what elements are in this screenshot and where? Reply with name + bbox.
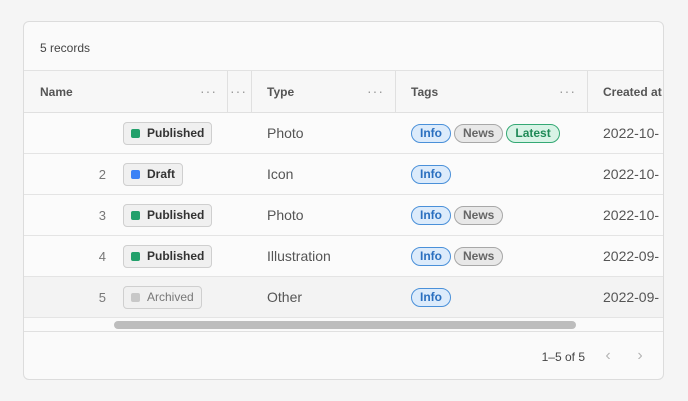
tags-column-menu-icon[interactable]: ···: [559, 84, 576, 98]
horizontal-scrollbar[interactable]: [24, 318, 663, 332]
name-cell: 5: [98, 289, 106, 305]
tags-cell: Info News: [411, 236, 506, 276]
data-grid: Name ··· ··· Type ··· Tags ··· Created a…: [24, 70, 663, 332]
table-row[interactable]: 2 Draft Icon Info 2022-10-: [24, 154, 663, 195]
name-column-menu-icon[interactable]: ···: [200, 84, 217, 98]
created-cell: 2022-10-: [603, 207, 660, 223]
status-cell: Archived: [123, 277, 202, 317]
chevron-right-icon[interactable]: ›: [631, 347, 649, 365]
name-cell: [24, 113, 106, 153]
type-cell: Icon: [267, 166, 294, 182]
status-column-menu-icon[interactable]: ···: [230, 84, 247, 98]
status-badge: Draft: [123, 162, 184, 186]
created-cell: 2022-09-: [603, 248, 660, 264]
type-cell: Illustration: [267, 248, 331, 264]
data-table-card: 5 records Name ··· ··· Type ··· Tags ···…: [23, 21, 664, 380]
name-cell: 2: [98, 166, 106, 182]
type-cell: Other: [267, 289, 303, 305]
status-dot-icon: [131, 292, 140, 302]
tags-cell: Info News: [411, 195, 506, 235]
tags-cell: Info: [411, 277, 454, 317]
type-column-menu-icon[interactable]: ···: [367, 84, 384, 98]
name-cell: 3: [98, 207, 106, 223]
status-badge: Archived: [123, 285, 202, 309]
status-dot-icon: [131, 128, 140, 138]
scrollbar-thumb[interactable]: [114, 321, 576, 329]
tag-badge: Latest: [506, 123, 560, 143]
tag-badge: News: [454, 123, 504, 143]
created-cell: 2022-09-: [603, 289, 660, 305]
status-dot-icon: [131, 169, 140, 179]
status-badge: Published: [123, 203, 213, 227]
name-cell: 4: [98, 248, 106, 264]
chevron-left-icon[interactable]: ‹: [599, 347, 617, 365]
status-badge: Published: [123, 121, 213, 145]
table-row[interactable]: 5 Archived Other Info 2022-09-: [24, 277, 663, 318]
status-cell: Draft: [123, 154, 184, 194]
table-row[interactable]: Published Photo Info News Latest 2022-10-: [24, 113, 663, 154]
status-dot-icon: [131, 210, 140, 220]
pagination-footer: 1–5 of 5 ‹ ›: [24, 333, 663, 379]
tag-badge: Info: [411, 287, 451, 307]
type-cell: Photo: [267, 207, 304, 223]
table-row[interactable]: 3 Published Photo Info News 2022-10-: [24, 195, 663, 236]
tags-cell: Info: [411, 154, 454, 194]
tag-badge: Info: [411, 205, 451, 225]
created-cell: 2022-10-: [603, 166, 660, 182]
tag-badge: News: [454, 205, 504, 225]
status-cell: Published: [123, 236, 213, 276]
tags-cell: Info News Latest: [411, 113, 563, 153]
type-cell: Photo: [267, 125, 304, 141]
record-count: 5 records: [40, 41, 91, 55]
pagination-range: 1–5 of 5: [541, 350, 585, 364]
grid-header: Name ··· ··· Type ··· Tags ··· Created a…: [24, 71, 663, 113]
column-header-name[interactable]: Name: [24, 71, 227, 113]
tag-badge: News: [454, 246, 504, 266]
tag-badge: Info: [411, 246, 451, 266]
created-cell: 2022-10-: [603, 125, 660, 141]
column-header-created-at[interactable]: Created at: [587, 71, 663, 113]
status-badge: Published: [123, 244, 213, 268]
tag-badge: Info: [411, 164, 451, 184]
status-cell: Published: [123, 195, 213, 235]
status-dot-icon: [131, 251, 140, 261]
status-cell: Published: [123, 113, 213, 153]
column-divider: [227, 71, 228, 113]
table-row[interactable]: 4 Published Illustration Info News 2022-0…: [24, 236, 663, 277]
tag-badge: Info: [411, 123, 451, 143]
